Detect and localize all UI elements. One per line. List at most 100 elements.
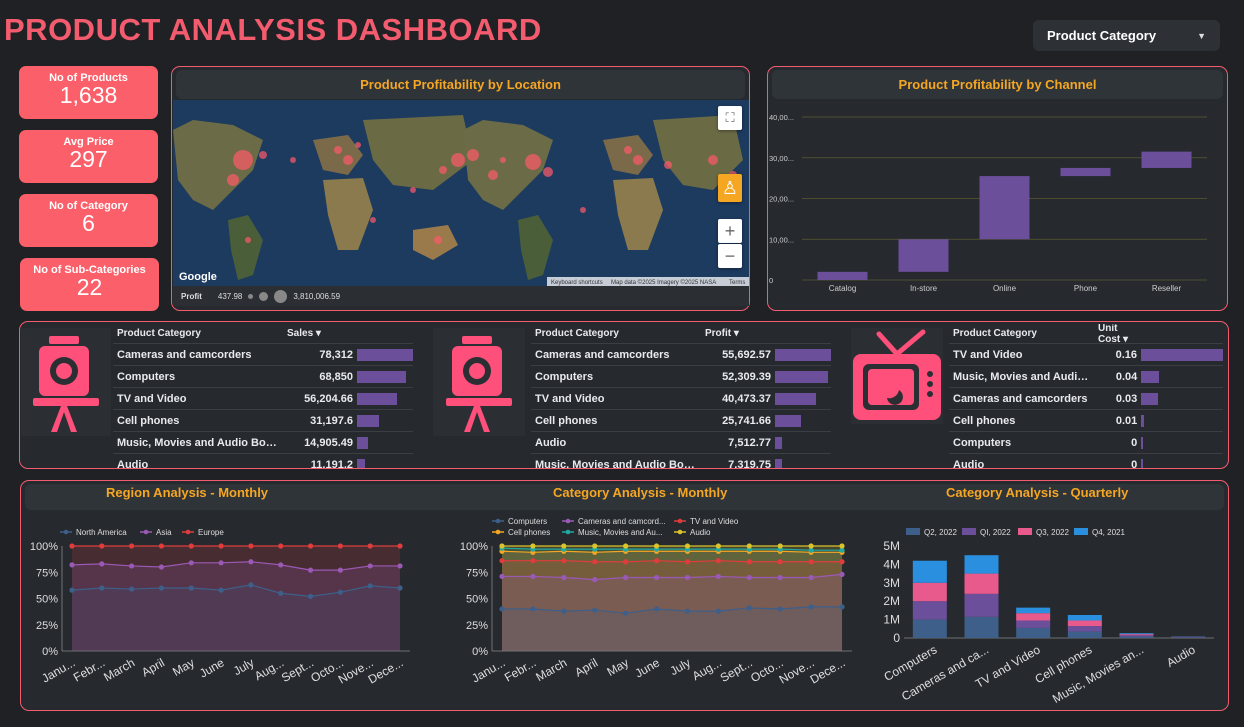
y-tick-label: 5M	[883, 539, 900, 553]
stacked-bar-segment	[1119, 636, 1154, 638]
row-category: Audio	[535, 436, 567, 449]
table-row[interactable]: TV and Video 0.16	[949, 344, 1223, 366]
stacked-bar-segment	[1016, 627, 1051, 638]
page-title: PRODUCT ANALYSIS DASHBOARD	[4, 12, 542, 47]
table-row[interactable]: Cameras and camcorders 55,692.57	[531, 344, 831, 366]
data-point	[278, 562, 284, 568]
y-tick-label: 30,00...	[769, 154, 794, 163]
zoom-in-button[interactable]: +	[718, 219, 742, 243]
table-row[interactable]: Cell phones 0.01	[949, 410, 1223, 432]
row-bar	[357, 436, 368, 449]
kpi-categories: No of Category 6	[19, 194, 158, 247]
data-point	[248, 582, 254, 588]
row-category: Audio	[117, 458, 149, 469]
y-tick-label: 0	[769, 276, 773, 285]
y-tick-label: 3M	[883, 576, 900, 590]
data-point	[623, 574, 629, 581]
table-row[interactable]: Computers 68,850	[113, 366, 413, 388]
region-chart-title: Region Analysis - Monthly	[106, 485, 269, 500]
x-tick-label: Online	[993, 284, 1017, 293]
column-header-metric[interactable]: Unit Cost ▾	[1094, 324, 1138, 345]
street-view-icon[interactable]: ♙	[718, 174, 742, 202]
data-point	[777, 574, 783, 581]
row-bar-track	[775, 436, 831, 449]
row-category: Music, Movies and Audio Books	[535, 458, 701, 469]
row-bar	[1141, 370, 1160, 383]
legend-dot	[185, 529, 191, 535]
table-row[interactable]: Audio 7,512.77	[531, 432, 831, 454]
data-point	[218, 543, 224, 549]
table-row[interactable]: Music, Movies and Audio Books 14,905.49	[113, 432, 413, 454]
table-header: Product Category Unit Cost ▾	[949, 324, 1223, 345]
row-category: Cameras and camcorders	[117, 348, 252, 361]
table-row[interactable]: TV and Video 40,473.37	[531, 388, 831, 410]
y-tick-label: 2M	[883, 594, 900, 608]
column-header-metric[interactable]: Profit ▾	[701, 328, 771, 339]
column-header-category[interactable]: Product Category	[531, 328, 701, 339]
data-point	[99, 585, 105, 591]
x-tick-label: Dece...	[366, 655, 406, 686]
data-point	[337, 589, 343, 595]
kpi-value: 22	[76, 274, 103, 300]
row-category: TV and Video	[953, 348, 1023, 361]
google-logo: Google	[179, 271, 217, 283]
data-point	[530, 543, 536, 549]
row-category: Music, Movies and Audio Books	[117, 436, 283, 449]
column-header-category[interactable]: Product Category	[113, 328, 283, 339]
data-point	[684, 559, 691, 565]
unit-cost-table: Product Category Unit Cost ▾ TV and Video…	[949, 324, 1223, 468]
table-row[interactable]: Computers 52,309.39	[531, 366, 831, 388]
row-bar-track	[1141, 370, 1223, 383]
data-point	[561, 543, 567, 549]
data-point	[653, 606, 660, 612]
data-point	[808, 604, 814, 610]
table-row[interactable]: Audio 11,191.2	[113, 454, 413, 468]
row-category: Audio	[953, 458, 985, 469]
row-value: 31,197.6	[310, 414, 353, 427]
product-category-filter[interactable]: Product Category ▼	[1033, 20, 1220, 51]
fullscreen-icon[interactable]: ⛶	[718, 106, 742, 130]
y-tick-label: 20,00...	[769, 195, 794, 204]
data-point	[561, 574, 567, 581]
table-row[interactable]: Cell phones 31,197.6	[113, 410, 413, 432]
row-bar-track	[1141, 392, 1223, 405]
data-point	[499, 573, 505, 580]
table-row[interactable]: Cell phones 25,741.66	[531, 410, 831, 432]
legend-dot	[565, 529, 571, 535]
column-header-category[interactable]: Product Category	[949, 328, 1094, 339]
table-row[interactable]: Music, Movies and Audio Books 7,319.75	[531, 454, 831, 468]
table-row[interactable]: TV and Video 56,204.66	[113, 388, 413, 410]
data-point	[653, 543, 660, 549]
table-row[interactable]: Cameras and camcorders 78,312	[113, 344, 413, 366]
data-point	[278, 543, 284, 549]
row-bar	[1141, 392, 1158, 405]
world-map[interactable]: Google Keyboard shortcuts Map data ©2025…	[173, 100, 749, 286]
row-bar	[775, 392, 816, 405]
tv-icon	[853, 329, 941, 420]
camera-icon-box-2	[433, 328, 525, 436]
data-point	[839, 543, 845, 549]
row-bar-track	[357, 370, 413, 383]
data-point	[808, 543, 814, 549]
row-value: 7,319.75	[728, 458, 771, 469]
x-tick-label: June	[633, 655, 663, 680]
legend-dot	[63, 529, 69, 535]
table-row[interactable]: Audio 0	[949, 454, 1223, 468]
legend-label: Audio	[690, 528, 711, 537]
table-row[interactable]: Computers 0	[949, 432, 1223, 454]
column-header-metric[interactable]: Sales ▾	[283, 328, 353, 339]
x-tick-label: Sept...	[279, 655, 316, 684]
x-tick-label: Aug...	[690, 655, 724, 683]
y-tick-label: 0%	[42, 646, 58, 658]
camera-icon-box	[21, 328, 111, 436]
data-point	[715, 608, 721, 614]
waterfall-bar	[898, 239, 949, 272]
legend-label: QI, 2022	[980, 528, 1011, 537]
table-row[interactable]: Cameras and camcorders 0.03	[949, 388, 1223, 410]
legend-label: Asia	[156, 528, 172, 537]
data-point	[530, 558, 536, 564]
zoom-out-button[interactable]: −	[718, 244, 742, 268]
data-point	[367, 563, 373, 569]
table-row[interactable]: Music, Movies and Audio ... 0.04	[949, 366, 1223, 388]
data-point	[499, 543, 505, 549]
